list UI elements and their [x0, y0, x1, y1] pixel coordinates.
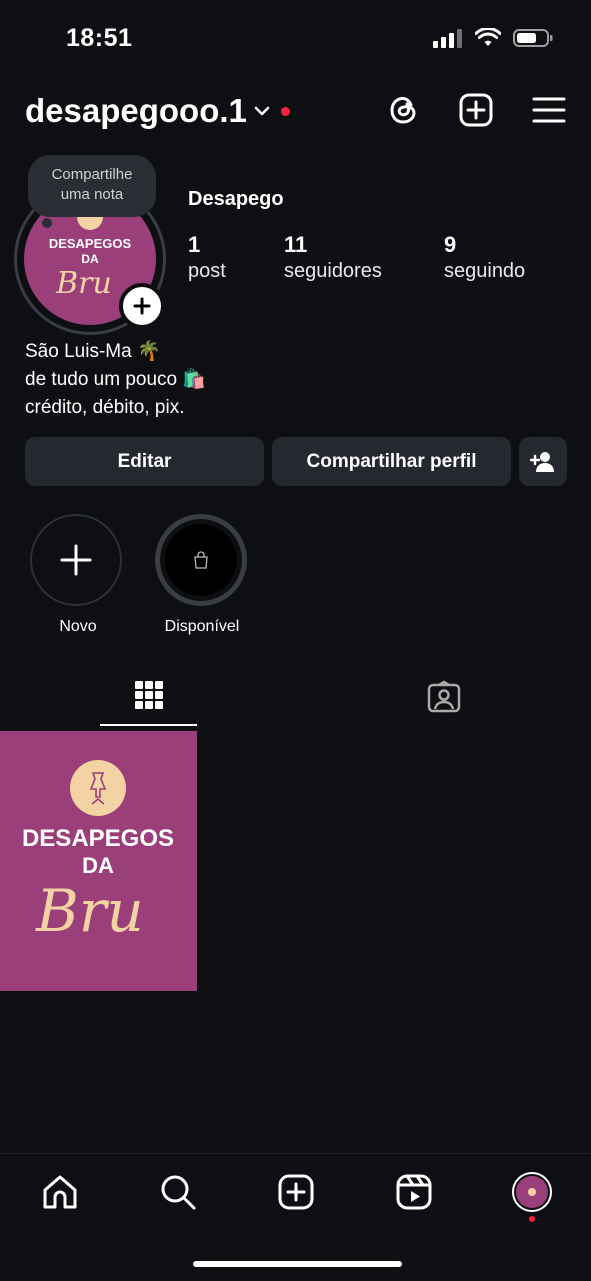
- avatar-mini-logo: [528, 1188, 536, 1196]
- bio: São Luis-Ma 🌴 de tudo um pouco 🛍️ crédit…: [25, 338, 206, 422]
- post-thumbnail[interactable]: DESAPEGOS DA Bru: [0, 731, 197, 991]
- display-name: Desapego: [188, 188, 284, 210]
- create-icon[interactable]: [277, 1173, 315, 1211]
- shopping-bag-icon: [194, 551, 208, 569]
- new-highlight-button[interactable]: [30, 514, 122, 606]
- note-line-1: Compartilhe: [51, 166, 133, 183]
- plus-icon: [133, 297, 151, 315]
- share-profile-button[interactable]: Compartilhar perfil: [272, 437, 511, 486]
- username-label: desapegooo.1: [25, 92, 247, 129]
- chevron-down-icon: [254, 106, 270, 116]
- status-icons: [433, 28, 553, 48]
- create-post-icon[interactable]: [458, 92, 494, 128]
- bio-line-2: de tudo um pouco 🛍️: [25, 369, 207, 390]
- cellular-signal-icon: [433, 29, 462, 48]
- add-person-icon: [530, 451, 554, 472]
- menu-icon[interactable]: [531, 92, 567, 128]
- svg-text:Bru: Bru: [35, 877, 144, 945]
- notification-dot: [280, 106, 290, 116]
- following-count[interactable]: 9: [444, 232, 456, 258]
- posts-count[interactable]: 1: [188, 232, 200, 258]
- profile-tab-avatar[interactable]: [512, 1172, 552, 1212]
- highlight-disponivel[interactable]: [155, 514, 247, 606]
- discover-people-button[interactable]: [519, 437, 567, 486]
- grid-tab-icon[interactable]: [134, 680, 164, 710]
- bio-line-3: crédito, débito, pix.: [25, 397, 185, 418]
- tagged-tab-icon[interactable]: [427, 680, 461, 714]
- battery-icon: [513, 29, 553, 47]
- home-indicator: [193, 1261, 402, 1267]
- svg-text:DESAPEGOS: DESAPEGOS: [22, 825, 174, 852]
- reels-icon[interactable]: [395, 1173, 433, 1211]
- plus-icon: [60, 544, 92, 576]
- posts-label[interactable]: post: [188, 260, 226, 283]
- svg-text:DA: DA: [81, 252, 99, 266]
- threads-icon[interactable]: [386, 92, 422, 128]
- profile-notification-dot: [529, 1216, 535, 1222]
- svg-text:DA: DA: [82, 853, 114, 878]
- followers-label[interactable]: seguidores: [284, 260, 382, 283]
- note-line-2: uma nota: [60, 186, 124, 203]
- post-logo-image: DESAPEGOS DA Bru: [22, 760, 174, 945]
- status-time: 18:51: [66, 24, 133, 52]
- note-bubble[interactable]: Compartilhe uma nota: [28, 155, 156, 217]
- add-story-button[interactable]: [119, 283, 165, 329]
- search-icon[interactable]: [159, 1173, 197, 1211]
- account-switcher[interactable]: desapegooo.1: [25, 92, 290, 130]
- note-bubble-tail: [42, 218, 52, 228]
- bio-line-1: São Luis-Ma 🌴: [25, 341, 161, 362]
- svg-text:Bru: Bru: [55, 266, 112, 301]
- home-icon[interactable]: [41, 1173, 79, 1211]
- highlight-label-disponivel: Disponível: [164, 618, 240, 635]
- wifi-icon: [475, 28, 501, 46]
- edit-profile-button[interactable]: Editar: [25, 437, 264, 486]
- highlight-label-new: Novo: [59, 618, 97, 635]
- following-label[interactable]: seguindo: [444, 260, 525, 283]
- svg-text:DESAPEGOS: DESAPEGOS: [49, 236, 132, 251]
- active-tab-indicator: [100, 724, 197, 726]
- followers-count[interactable]: 11: [284, 232, 307, 258]
